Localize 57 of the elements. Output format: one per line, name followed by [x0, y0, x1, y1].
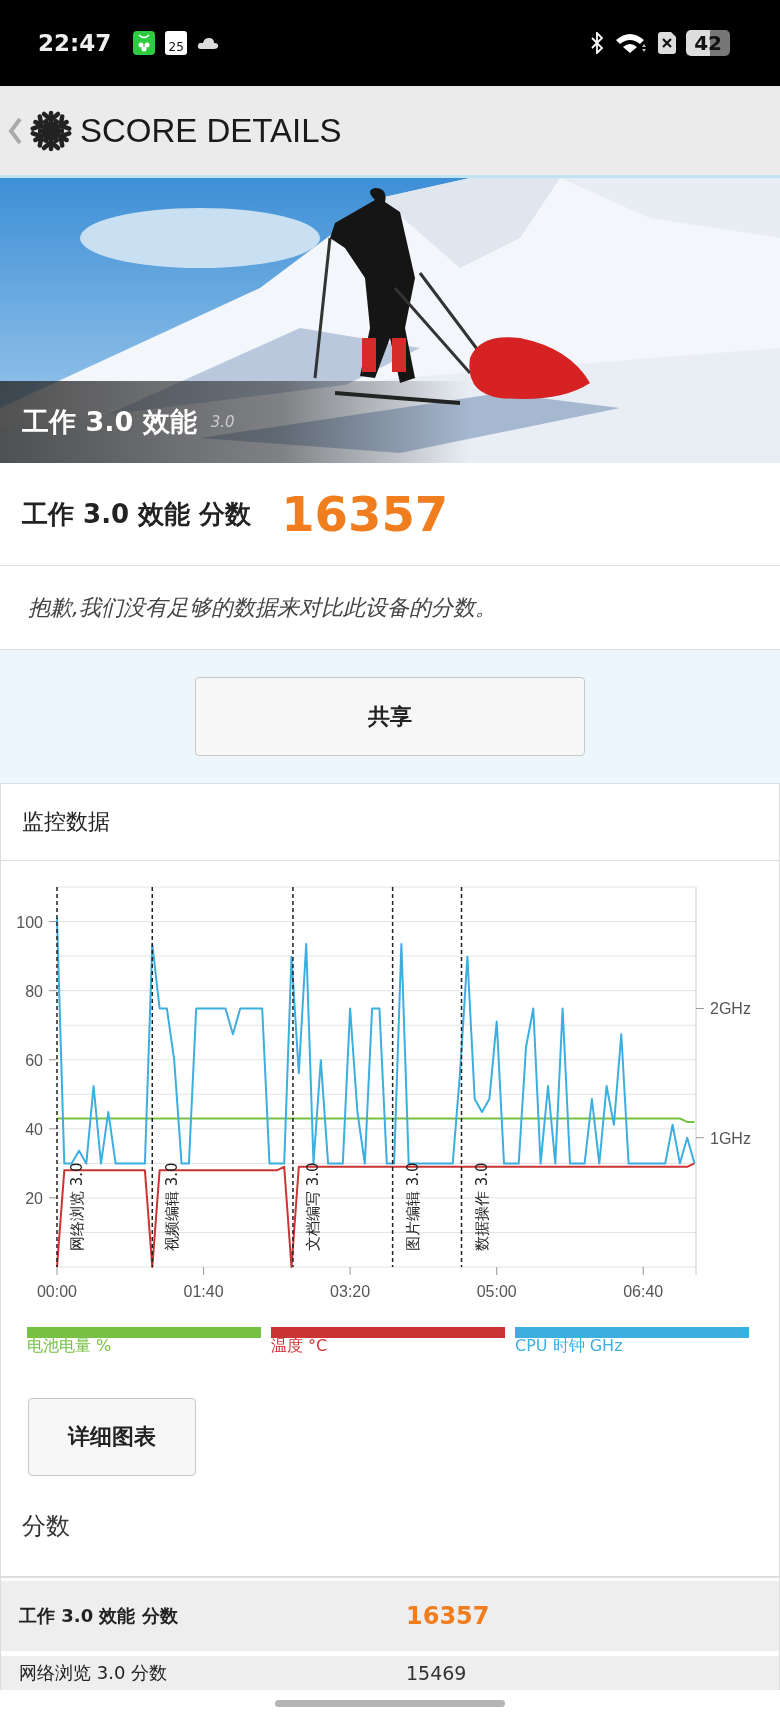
- detail-chart-button[interactable]: 详细图表: [28, 1398, 196, 1476]
- y-tick: [48, 990, 58, 992]
- score-value: 16357: [281, 486, 449, 542]
- axis-label: 00:00: [37, 1283, 77, 1300]
- cloud-icon: [197, 36, 220, 50]
- y-tick: [695, 1137, 705, 1139]
- row-value: 16357: [406, 1602, 490, 1630]
- marker-label: 文档编写 3.0: [303, 1162, 322, 1251]
- x-tick: [642, 1266, 644, 1276]
- axis-label: 03:20: [330, 1283, 371, 1300]
- axis-label: 20: [25, 1189, 43, 1207]
- axis-label: 1GHz: [710, 1129, 751, 1147]
- section-title: 监控数据: [22, 808, 110, 836]
- sim-icon: [658, 32, 677, 54]
- axis-label: 01:40: [183, 1283, 224, 1300]
- notice-text: 抱歉,我们没有足够的数据来对比此设备的分数。: [28, 593, 497, 622]
- axis-label: 60: [25, 1051, 43, 1069]
- axis-label: 2GHz: [710, 1000, 751, 1018]
- legend-label: CPU 时钟 GHz: [515, 1336, 623, 1355]
- x-tick: [56, 1266, 58, 1276]
- test-title: 工作 3.0 效能: [22, 405, 197, 439]
- y-tick: [695, 1008, 705, 1009]
- axis-label: 06:40: [623, 1283, 664, 1300]
- axis-label: 05:00: [476, 1283, 517, 1300]
- marker-label: 视频编辑 3.0: [163, 1162, 182, 1251]
- page-title: SCORE DETAILS: [80, 111, 342, 150]
- x-tick: [203, 1266, 205, 1276]
- x-tick: [349, 1266, 351, 1276]
- legend-label: 电池电量 %: [27, 1336, 112, 1355]
- axis-label: 40: [25, 1120, 43, 1138]
- calendar-icon: 25: [165, 31, 188, 55]
- bluetooth-icon: [590, 32, 605, 54]
- battery-icon: 42: [686, 30, 730, 56]
- status-time: 22:47: [38, 30, 112, 56]
- row-label: 网络浏览 3.0 分数: [19, 1661, 169, 1685]
- section-title: 分数: [22, 1511, 70, 1542]
- axis-label: 80: [25, 982, 43, 1000]
- row-value: 15469: [406, 1662, 467, 1684]
- back-icon[interactable]: [8, 116, 22, 145]
- app-icon: [133, 31, 156, 55]
- marker-label: 网络浏览 3.0: [68, 1162, 86, 1251]
- y-tick: [48, 1197, 58, 1199]
- legend-label: 温度 °C: [271, 1336, 328, 1355]
- snowflake-icon: [30, 109, 72, 152]
- y-tick: [48, 1059, 58, 1061]
- marker-label: 图片编辑 3.0: [403, 1162, 422, 1251]
- marker-label: 数据操作 3.0: [472, 1162, 491, 1251]
- x-tick: [496, 1266, 498, 1276]
- score-label: 工作 3.0 效能 分数: [22, 497, 252, 531]
- y-tick: [48, 1128, 58, 1130]
- share-button[interactable]: 共享: [195, 677, 585, 756]
- row-label: 工作 3.0 效能 分数: [19, 1604, 179, 1628]
- version-label: 3.0: [210, 413, 235, 431]
- y-tick: [48, 921, 58, 923]
- wifi-icon: [614, 31, 649, 55]
- home-indicator[interactable]: [275, 1699, 505, 1707]
- axis-label: 100: [16, 913, 43, 931]
